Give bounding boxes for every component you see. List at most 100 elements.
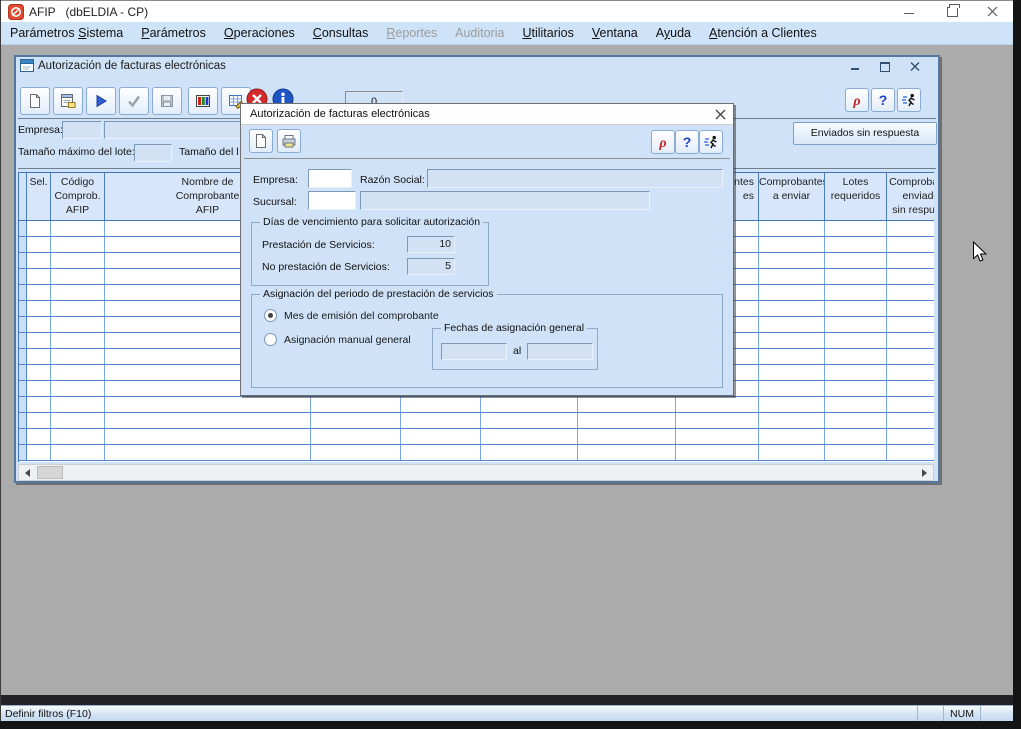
table-cell[interactable] (51, 445, 105, 460)
table-cell[interactable] (676, 429, 759, 444)
table-cell[interactable] (887, 317, 934, 332)
table-cell[interactable] (887, 237, 934, 252)
table-cell[interactable] (19, 397, 27, 412)
table-cell[interactable] (887, 285, 934, 300)
table-cell[interactable] (578, 397, 676, 412)
table-cell[interactable] (825, 349, 887, 364)
dialog-empresa-input[interactable] (308, 169, 352, 188)
horizontal-scrollbar[interactable] (18, 464, 934, 481)
table-cell[interactable] (481, 429, 578, 444)
table-cell[interactable] (825, 381, 887, 396)
table-cell[interactable] (51, 221, 105, 236)
dialog-new-button[interactable] (249, 129, 273, 153)
radio-option[interactable]: Asignación manual general (264, 331, 422, 355)
table-cell[interactable] (105, 413, 311, 428)
table-cell[interactable] (19, 253, 27, 268)
table-cell[interactable] (759, 317, 825, 332)
table-cell[interactable] (19, 301, 27, 316)
table-cell[interactable] (759, 221, 825, 236)
table-cell[interactable] (676, 397, 759, 412)
table-cell[interactable] (481, 413, 578, 428)
table-cell[interactable] (51, 381, 105, 396)
radio-option[interactable]: Mes de emisión del comprobante (264, 307, 422, 331)
table-cell[interactable] (825, 317, 887, 332)
save-button[interactable] (152, 87, 182, 115)
menu-item[interactable]: Atención a Clientes (700, 22, 826, 44)
table-cell[interactable] (27, 413, 51, 428)
table-cell[interactable] (311, 413, 401, 428)
table-cell[interactable] (27, 381, 51, 396)
table-cell[interactable] (825, 221, 887, 236)
table-cell[interactable] (311, 429, 401, 444)
table-cell[interactable] (27, 333, 51, 348)
table-cell[interactable] (19, 429, 27, 444)
table-cell[interactable] (578, 429, 676, 444)
restore-button[interactable] (937, 1, 967, 22)
table-cell[interactable] (27, 253, 51, 268)
table-cell[interactable] (759, 333, 825, 348)
table-cell[interactable] (19, 413, 27, 428)
table-cell[interactable] (887, 269, 934, 284)
menu-item[interactable]: Ayuda (647, 22, 700, 44)
table-cell[interactable] (51, 301, 105, 316)
table-cell[interactable] (105, 397, 311, 412)
table-cell[interactable] (105, 429, 311, 444)
table-cell[interactable] (759, 397, 825, 412)
scroll-right-button[interactable] (917, 465, 933, 480)
table-cell[interactable] (825, 397, 887, 412)
child-minimize-button[interactable] (846, 59, 864, 74)
table-cell[interactable] (825, 333, 887, 348)
table-cell[interactable] (27, 301, 51, 316)
table-row[interactable] (19, 397, 934, 413)
table-cell[interactable] (19, 365, 27, 380)
table-cell[interactable] (27, 317, 51, 332)
table-cell[interactable] (401, 413, 481, 428)
table-cell[interactable] (825, 429, 887, 444)
run-button[interactable] (86, 87, 116, 115)
table-cell[interactable] (759, 253, 825, 268)
dialog-help-button[interactable]: ? (675, 130, 699, 154)
table-cell[interactable] (825, 237, 887, 252)
table-cell[interactable] (27, 285, 51, 300)
table-cell[interactable] (51, 365, 105, 380)
table-cell[interactable] (825, 365, 887, 380)
table-cell[interactable] (51, 413, 105, 428)
table-cell[interactable] (676, 445, 759, 460)
table-cell[interactable] (51, 333, 105, 348)
table-cell[interactable] (51, 429, 105, 444)
table-cell[interactable] (825, 285, 887, 300)
table-cell[interactable] (759, 301, 825, 316)
table-cell[interactable] (676, 413, 759, 428)
child-maximize-button[interactable] (876, 59, 894, 74)
table-cell[interactable] (887, 413, 934, 428)
table-cell[interactable] (887, 445, 934, 460)
menu-item[interactable]: Parámetros Sistema (1, 22, 132, 44)
radio-selected-icon[interactable] (264, 309, 277, 322)
table-cell[interactable] (105, 445, 311, 460)
table-cell[interactable] (578, 445, 676, 460)
table-cell[interactable] (825, 413, 887, 428)
scrollbar-thumb[interactable] (37, 466, 63, 479)
table-cell[interactable] (19, 237, 27, 252)
table-cell[interactable] (825, 269, 887, 284)
table-cell[interactable] (825, 253, 887, 268)
table-cell[interactable] (27, 429, 51, 444)
table-cell[interactable] (51, 397, 105, 412)
table-cell[interactable] (887, 349, 934, 364)
table-cell[interactable] (759, 445, 825, 460)
table-cell[interactable] (825, 301, 887, 316)
table-row[interactable] (19, 429, 934, 445)
table-cell[interactable] (887, 333, 934, 348)
menu-item[interactable]: Utilitarios (513, 22, 582, 44)
help-button[interactable]: ? (871, 88, 895, 112)
scroll-left-button[interactable] (19, 465, 35, 480)
menu-item[interactable]: Parámetros (132, 22, 215, 44)
dialog-sucursal-input[interactable] (308, 191, 356, 210)
table-cell[interactable] (19, 221, 27, 236)
table-cell[interactable] (27, 221, 51, 236)
table-cell[interactable] (19, 381, 27, 396)
table-cell[interactable] (887, 253, 934, 268)
table-cell[interactable] (401, 445, 481, 460)
enviados-sin-respuesta-button[interactable]: Enviados sin respuesta (793, 122, 937, 145)
table-cell[interactable] (481, 397, 578, 412)
